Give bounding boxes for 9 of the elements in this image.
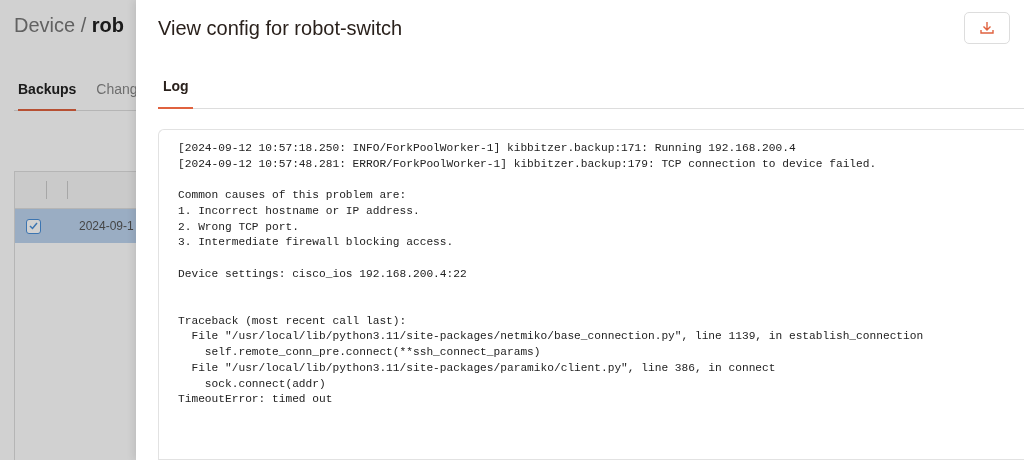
tab[interactable]: Backups	[18, 81, 77, 111]
check-icon	[29, 222, 38, 230]
checkbox[interactable]	[26, 218, 41, 234]
page-title: Device / rob	[14, 14, 125, 37]
drawer-title: View config for robot-switch	[158, 16, 403, 40]
tab[interactable]: Log	[158, 78, 193, 109]
table-cell: 2024-09-1	[79, 219, 134, 233]
download-icon	[979, 20, 995, 36]
download-button[interactable]	[964, 12, 1010, 44]
